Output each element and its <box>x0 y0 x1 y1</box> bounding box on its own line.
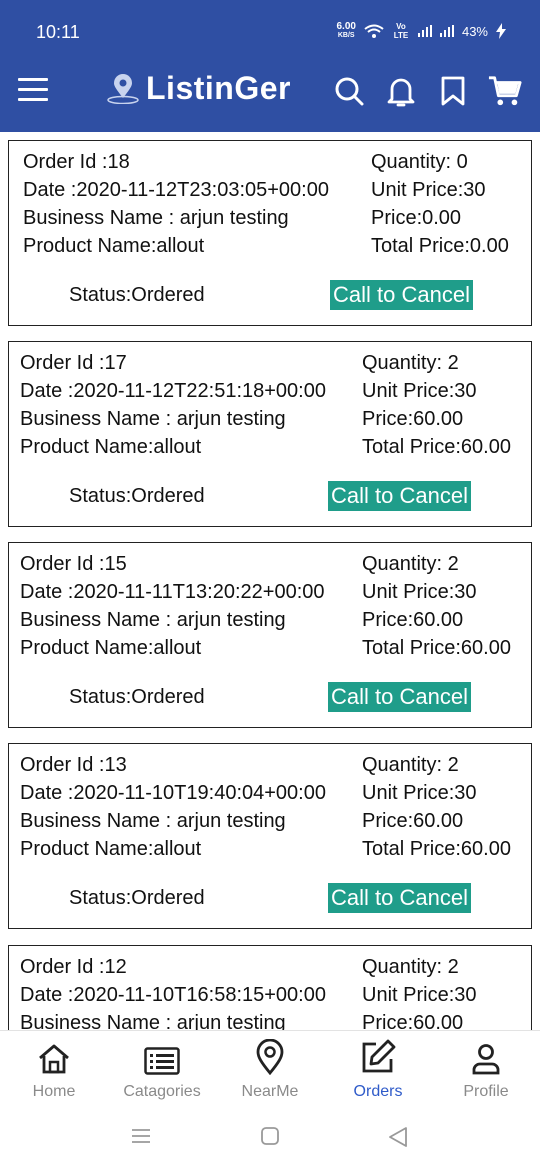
brand-logo: ListinGer <box>106 70 291 107</box>
tab-orders[interactable]: Orders <box>324 1031 432 1107</box>
price: Price:60.00 <box>362 408 464 430</box>
app-bar: ListinGer <box>0 48 540 132</box>
bookmark-icon[interactable] <box>436 74 470 108</box>
order-card: Order Id :15 Date :2020-11-11T13:20:22+0… <box>8 542 532 728</box>
tab-profile[interactable]: Profile <box>432 1031 540 1107</box>
order-status: Status:Ordered <box>69 284 205 306</box>
tab-label: Home <box>32 1083 76 1100</box>
tab-home[interactable]: Home <box>0 1031 108 1107</box>
order-card: Order Id :17 Date :2020-11-12T22:51:18+0… <box>8 341 532 527</box>
tab-label: Catagories <box>123 1083 201 1100</box>
brand-name: ListinGer <box>146 70 291 106</box>
tab-label: Orders <box>353 1083 403 1100</box>
call-to-cancel-button[interactable]: Call to Cancel <box>330 280 473 310</box>
order-status: Status:Ordered <box>69 485 205 507</box>
order-id: Order Id :13 <box>20 754 127 776</box>
order-date: Date :2020-11-12T22:51:18+00:00 <box>20 380 326 402</box>
business-name: Business Name : arjun testing <box>20 810 286 832</box>
total-price: Total Price:60.00 <box>362 436 511 458</box>
price: Price:60.00 <box>362 1012 464 1030</box>
order-id: Order Id :12 <box>20 956 127 978</box>
edit-icon <box>362 1039 396 1073</box>
back-icon[interactable] <box>387 1126 409 1148</box>
business-name: Business Name : arjun testing <box>20 609 286 631</box>
order-date: Date :2020-11-11T13:20:22+00:00 <box>20 581 325 603</box>
total-price: Total Price:60.00 <box>362 838 511 860</box>
call-to-cancel-button[interactable]: Call to Cancel <box>328 682 471 712</box>
quantity: Quantity: 2 <box>362 956 459 978</box>
order-status: Status:Ordered <box>69 686 205 708</box>
quantity: Quantity: 0 <box>371 151 468 173</box>
home-button-icon[interactable] <box>260 1126 280 1146</box>
battery-text: 43% <box>461 23 488 39</box>
unit-price: Unit Price:30 <box>362 782 477 804</box>
quantity: Quantity: 2 <box>362 754 459 776</box>
order-id: Order Id :15 <box>20 553 127 575</box>
bottom-tab-bar: Home Catagories NearMe Orders Profile <box>0 1030 540 1106</box>
volte-label: Vo LTE <box>393 22 409 40</box>
order-date: Date :2020-11-12T23:03:05+00:00 <box>23 179 329 201</box>
tab-nearme[interactable]: NearMe <box>216 1031 324 1107</box>
order-id: Order Id :17 <box>20 352 127 374</box>
product-name: Product Name:allout <box>20 838 202 860</box>
product-name: Product Name:allout <box>23 235 205 257</box>
orders-list[interactable]: Order Id :18 Date :2020-11-12T23:03:05+0… <box>0 132 540 1030</box>
cart-icon[interactable] <box>488 74 522 108</box>
quantity: Quantity: 2 <box>362 553 459 575</box>
order-card: Order Id :12 Date :2020-11-10T16:58:15+0… <box>8 945 532 1030</box>
order-card: Order Id :18 Date :2020-11-12T23:03:05+0… <box>8 140 532 326</box>
order-status: Status:Ordered <box>69 887 205 909</box>
product-name: Product Name:allout <box>20 436 202 458</box>
product-name: Product Name:allout <box>20 637 202 659</box>
price: Price:60.00 <box>362 810 464 832</box>
map-pin-icon <box>107 73 139 104</box>
wifi-icon <box>364 24 384 38</box>
charging-icon <box>496 23 506 39</box>
price: Price:0.00 <box>371 207 462 229</box>
hamburger-menu-icon[interactable] <box>18 78 48 102</box>
tab-label: NearMe <box>241 1083 299 1100</box>
total-price: Total Price:60.00 <box>362 637 511 659</box>
status-time: 10:11 <box>36 22 80 42</box>
call-to-cancel-button[interactable]: Call to Cancel <box>328 883 471 913</box>
tab-categories[interactable]: Catagories <box>108 1031 216 1107</box>
call-to-cancel-button[interactable]: Call to Cancel <box>328 481 471 511</box>
status-bar: 10:11 6.00 KB/S Vo LTE 43% <box>0 0 540 48</box>
signal-icon <box>417 25 432 37</box>
order-date: Date :2020-11-10T16:58:15+00:00 <box>20 984 326 1006</box>
price: Price:60.00 <box>362 609 464 631</box>
categories-icon <box>144 1047 180 1075</box>
unit-price: Unit Price:30 <box>362 380 477 402</box>
recent-apps-icon[interactable] <box>131 1126 151 1146</box>
business-name: Business Name : arjun testing <box>20 408 286 430</box>
order-date: Date :2020-11-10T19:40:04+00:00 <box>20 782 326 804</box>
signal-icon <box>439 25 454 37</box>
business-name: Business Name : arjun testing <box>23 207 289 229</box>
unit-price: Unit Price:30 <box>362 581 477 603</box>
unit-price: Unit Price:30 <box>371 179 486 201</box>
order-card: Order Id :13 Date :2020-11-10T19:40:04+0… <box>8 743 532 929</box>
home-icon <box>39 1044 69 1074</box>
network-speed: 6.00 KB/S <box>336 21 356 40</box>
business-name: Business Name : arjun testing <box>20 1012 286 1030</box>
bell-icon[interactable] <box>384 74 418 108</box>
quantity: Quantity: 2 <box>362 352 459 374</box>
order-id: Order Id :18 <box>23 151 130 173</box>
system-nav-bar <box>0 1106 540 1170</box>
location-icon <box>256 1039 284 1075</box>
profile-icon <box>472 1044 500 1075</box>
unit-price: Unit Price:30 <box>362 984 477 1006</box>
tab-label: Profile <box>463 1083 509 1100</box>
search-icon[interactable] <box>332 74 366 108</box>
status-indicators: 6.00 KB/S Vo LTE 43% <box>336 21 506 40</box>
total-price: Total Price:0.00 <box>371 235 509 257</box>
